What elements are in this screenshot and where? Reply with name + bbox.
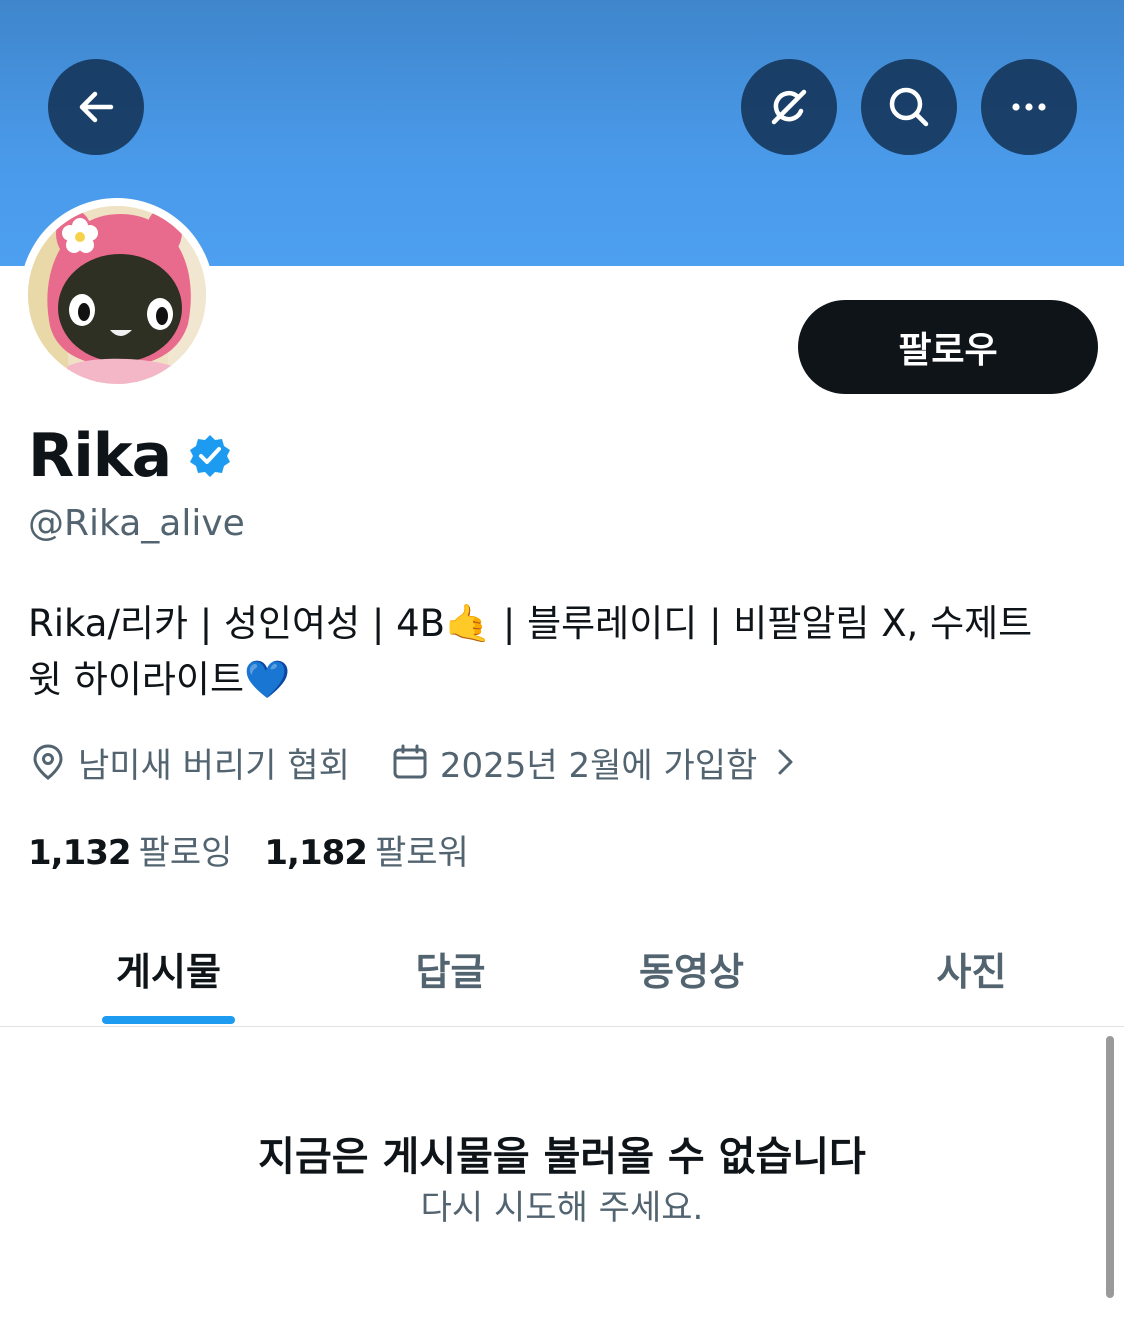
bio-line: Rika/리카 | 성인여성 | 4B🤙 | 블루레이디 | 비팔알림 X, 수… [28, 602, 1033, 645]
name-row: Rika [28, 418, 233, 494]
display-name: Rika [28, 421, 172, 491]
chevron-right-icon [778, 749, 793, 775]
tab-replies[interactable]: 답글 [348, 910, 553, 1026]
back-button[interactable] [48, 59, 144, 155]
profile-page: 팔로우 Rika @Rika_alive Rika/리카 | 성인여성 | 4B… [0, 0, 1124, 1325]
join-date[interactable]: 2025년 2월에 가입함 [390, 738, 805, 787]
profile-meta: 남미새 버리기 협회 2025년 2월에 가입함 [28, 736, 805, 788]
avatar-frame[interactable] [20, 198, 214, 392]
following-count: 1,132 [28, 832, 132, 873]
more-icon [1012, 103, 1046, 111]
grok-button[interactable] [741, 59, 837, 155]
follow-button[interactable]: 팔로우 [798, 300, 1098, 394]
location-text: 남미새 버리기 협회 [78, 745, 350, 786]
handle: @Rika_alive [28, 503, 245, 544]
avatar-image [28, 206, 206, 384]
followers-label: 팔로워 [374, 832, 469, 873]
following-link[interactable]: 1,132 팔로잉 [28, 825, 232, 874]
empty-state-title: 지금은 게시물을 불러올 수 없습니다 [258, 1134, 866, 1180]
empty-state-subtitle: 다시 시도해 주세요. [420, 1188, 704, 1228]
profile-tabs: 게시물 답글 동영상 사진 [0, 910, 1124, 1027]
following-label: 팔로잉 [138, 832, 233, 873]
search-button[interactable] [861, 59, 957, 155]
location: 남미새 버리기 협회 [28, 738, 350, 787]
more-button[interactable] [981, 59, 1077, 155]
back-arrow-icon [79, 91, 114, 123]
search-icon [889, 87, 929, 127]
follow-stats: 1,132 팔로잉 1,182 팔로워 [28, 825, 469, 874]
bio: Rika/리카 | 성인여성 | 4B🤙 | 블루레이디 | 비팔알림 X, 수… [28, 596, 1098, 708]
tab-videos[interactable]: 동영상 [589, 910, 794, 1026]
join-date-text: 2025년 2월에 가입함 [439, 745, 758, 786]
bio-line: 윗 하이라이트💙 [28, 658, 291, 701]
followers-link[interactable]: 1,182 팔로워 [264, 825, 468, 874]
tab-photos[interactable]: 사진 [869, 910, 1074, 1026]
followers-count: 1,182 [264, 832, 368, 873]
active-tab-indicator [102, 1016, 235, 1024]
tab-posts[interactable]: 게시물 [66, 910, 271, 1026]
verified-badge-icon[interactable] [187, 433, 233, 479]
calendar-icon [393, 744, 427, 779]
avatar [28, 206, 206, 384]
scrollbar[interactable] [1106, 1036, 1114, 1298]
location-pin-icon [33, 744, 63, 780]
grok-icon [771, 89, 807, 125]
